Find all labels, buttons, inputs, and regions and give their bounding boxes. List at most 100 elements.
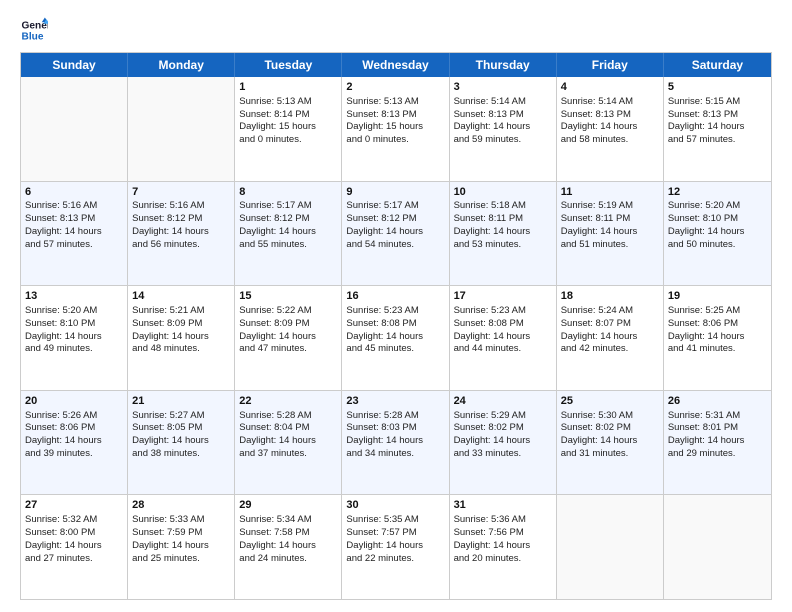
day-info-line: Sunrise: 5:20 AM bbox=[668, 200, 767, 213]
day-info-line: and 29 minutes. bbox=[668, 448, 767, 461]
day-info-line: Sunrise: 5:14 AM bbox=[454, 96, 552, 109]
day-info-line: Sunrise: 5:14 AM bbox=[561, 96, 659, 109]
day-info-line: Sunrise: 5:36 AM bbox=[454, 514, 552, 527]
day-info-line: and 45 minutes. bbox=[346, 343, 444, 356]
day-info-line: Sunset: 7:59 PM bbox=[132, 527, 230, 540]
day-info-line: Sunrise: 5:22 AM bbox=[239, 305, 337, 318]
calendar: SundayMondayTuesdayWednesdayThursdayFrid… bbox=[20, 52, 772, 600]
day-info-line: Sunset: 8:04 PM bbox=[239, 422, 337, 435]
day-info-line: Sunrise: 5:35 AM bbox=[346, 514, 444, 527]
day-info-line: Sunset: 8:10 PM bbox=[25, 318, 123, 331]
day-info-line: Daylight: 14 hours bbox=[346, 435, 444, 448]
day-info-line: and 33 minutes. bbox=[454, 448, 552, 461]
day-info-line: and 37 minutes. bbox=[239, 448, 337, 461]
day-info-line: Sunrise: 5:34 AM bbox=[239, 514, 337, 527]
day-info-line: Daylight: 14 hours bbox=[25, 540, 123, 553]
day-cell-11: 11Sunrise: 5:19 AMSunset: 8:11 PMDayligh… bbox=[557, 182, 664, 286]
header-day-friday: Friday bbox=[557, 53, 664, 77]
day-number: 19 bbox=[668, 289, 767, 304]
day-cell-30: 30Sunrise: 5:35 AMSunset: 7:57 PMDayligh… bbox=[342, 495, 449, 599]
day-info-line: Sunrise: 5:15 AM bbox=[668, 96, 767, 109]
day-cell-20: 20Sunrise: 5:26 AMSunset: 8:06 PMDayligh… bbox=[21, 391, 128, 495]
day-cell-4: 4Sunrise: 5:14 AMSunset: 8:13 PMDaylight… bbox=[557, 77, 664, 181]
day-info-line: Daylight: 14 hours bbox=[132, 226, 230, 239]
day-number: 22 bbox=[239, 394, 337, 409]
day-info-line: Daylight: 14 hours bbox=[454, 540, 552, 553]
day-info-line: and 31 minutes. bbox=[561, 448, 659, 461]
day-info-line: and 39 minutes. bbox=[25, 448, 123, 461]
day-info-line: Sunset: 8:13 PM bbox=[25, 213, 123, 226]
calendar-row-2: 13Sunrise: 5:20 AMSunset: 8:10 PMDayligh… bbox=[21, 286, 771, 391]
day-info-line: Daylight: 14 hours bbox=[454, 226, 552, 239]
day-info-line: and 56 minutes. bbox=[132, 239, 230, 252]
day-info-line: and 0 minutes. bbox=[239, 134, 337, 147]
day-info-line: Sunset: 8:13 PM bbox=[454, 109, 552, 122]
day-info-line: Daylight: 14 hours bbox=[561, 331, 659, 344]
day-info-line: and 57 minutes. bbox=[25, 239, 123, 252]
day-info-line: Sunset: 8:12 PM bbox=[239, 213, 337, 226]
day-info-line: and 48 minutes. bbox=[132, 343, 230, 356]
day-number: 18 bbox=[561, 289, 659, 304]
day-cell-16: 16Sunrise: 5:23 AMSunset: 8:08 PMDayligh… bbox=[342, 286, 449, 390]
day-number: 9 bbox=[346, 185, 444, 200]
day-info-line: Daylight: 15 hours bbox=[239, 121, 337, 134]
day-info-line: and 51 minutes. bbox=[561, 239, 659, 252]
day-info-line: Daylight: 14 hours bbox=[668, 331, 767, 344]
day-info-line: Sunrise: 5:18 AM bbox=[454, 200, 552, 213]
header-day-tuesday: Tuesday bbox=[235, 53, 342, 77]
day-info-line: Sunset: 8:02 PM bbox=[454, 422, 552, 435]
day-cell-23: 23Sunrise: 5:28 AMSunset: 8:03 PMDayligh… bbox=[342, 391, 449, 495]
day-info-line: Daylight: 14 hours bbox=[668, 435, 767, 448]
day-info-line: and 41 minutes. bbox=[668, 343, 767, 356]
day-number: 5 bbox=[668, 80, 767, 95]
day-info-line: and 0 minutes. bbox=[346, 134, 444, 147]
day-info-line: Daylight: 14 hours bbox=[25, 331, 123, 344]
day-cell-24: 24Sunrise: 5:29 AMSunset: 8:02 PMDayligh… bbox=[450, 391, 557, 495]
svg-text:Blue: Blue bbox=[22, 31, 44, 42]
day-info-line: Sunrise: 5:32 AM bbox=[25, 514, 123, 527]
day-info-line: and 58 minutes. bbox=[561, 134, 659, 147]
day-info-line: Sunrise: 5:30 AM bbox=[561, 410, 659, 423]
day-number: 8 bbox=[239, 185, 337, 200]
day-info-line: and 44 minutes. bbox=[454, 343, 552, 356]
day-info-line: Daylight: 14 hours bbox=[25, 226, 123, 239]
day-info-line: Daylight: 14 hours bbox=[454, 121, 552, 134]
day-number: 23 bbox=[346, 394, 444, 409]
day-number: 12 bbox=[668, 185, 767, 200]
header-day-sunday: Sunday bbox=[21, 53, 128, 77]
day-info-line: and 42 minutes. bbox=[561, 343, 659, 356]
day-info-line: Daylight: 14 hours bbox=[454, 435, 552, 448]
day-info-line: Sunrise: 5:23 AM bbox=[454, 305, 552, 318]
day-info-line: Sunrise: 5:27 AM bbox=[132, 410, 230, 423]
day-info-line: and 34 minutes. bbox=[346, 448, 444, 461]
day-info-line: Daylight: 14 hours bbox=[239, 331, 337, 344]
day-cell-22: 22Sunrise: 5:28 AMSunset: 8:04 PMDayligh… bbox=[235, 391, 342, 495]
day-number: 25 bbox=[561, 394, 659, 409]
day-cell-5: 5Sunrise: 5:15 AMSunset: 8:13 PMDaylight… bbox=[664, 77, 771, 181]
day-cell-1: 1Sunrise: 5:13 AMSunset: 8:14 PMDaylight… bbox=[235, 77, 342, 181]
logo: General Blue bbox=[20, 16, 52, 44]
day-cell-27: 27Sunrise: 5:32 AMSunset: 8:00 PMDayligh… bbox=[21, 495, 128, 599]
header: General Blue bbox=[20, 16, 772, 44]
empty-cell-4-6 bbox=[664, 495, 771, 599]
day-info-line: Sunset: 8:02 PM bbox=[561, 422, 659, 435]
day-info-line: Sunset: 7:57 PM bbox=[346, 527, 444, 540]
day-info-line: Sunset: 8:00 PM bbox=[25, 527, 123, 540]
day-info-line: Sunset: 8:10 PM bbox=[668, 213, 767, 226]
day-info-line: Sunset: 8:03 PM bbox=[346, 422, 444, 435]
day-info-line: Daylight: 14 hours bbox=[239, 435, 337, 448]
day-number: 6 bbox=[25, 185, 123, 200]
day-number: 17 bbox=[454, 289, 552, 304]
day-cell-18: 18Sunrise: 5:24 AMSunset: 8:07 PMDayligh… bbox=[557, 286, 664, 390]
calendar-row-1: 6Sunrise: 5:16 AMSunset: 8:13 PMDaylight… bbox=[21, 182, 771, 287]
day-info-line: Sunrise: 5:19 AM bbox=[561, 200, 659, 213]
day-number: 31 bbox=[454, 498, 552, 513]
day-number: 30 bbox=[346, 498, 444, 513]
day-info-line: Daylight: 14 hours bbox=[561, 435, 659, 448]
page: General Blue SundayMondayTuesdayWednesda… bbox=[0, 0, 792, 612]
day-info-line: Sunset: 8:12 PM bbox=[132, 213, 230, 226]
day-info-line: Sunrise: 5:28 AM bbox=[346, 410, 444, 423]
day-info-line: Sunset: 7:56 PM bbox=[454, 527, 552, 540]
day-info-line: Sunset: 8:01 PM bbox=[668, 422, 767, 435]
day-info-line: Daylight: 14 hours bbox=[668, 226, 767, 239]
